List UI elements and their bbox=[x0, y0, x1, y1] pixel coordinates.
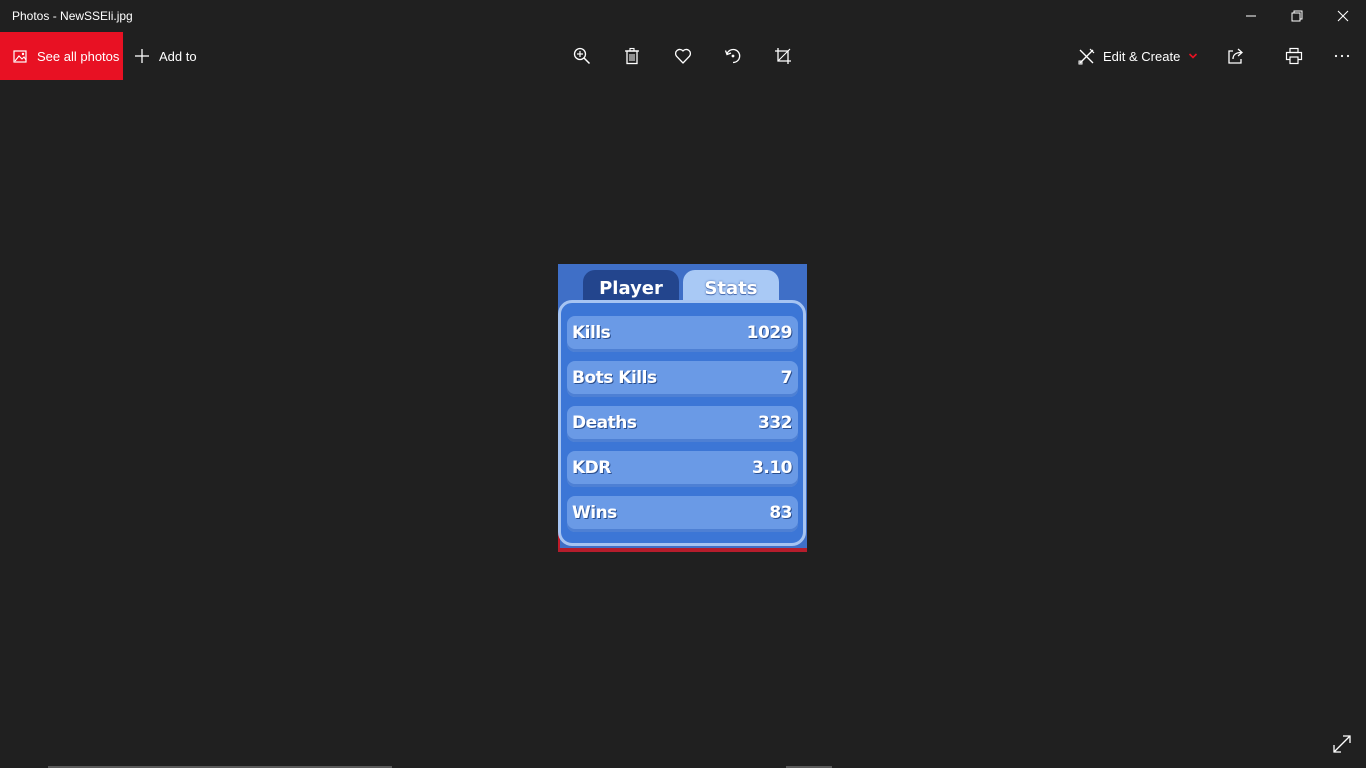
rotate-icon bbox=[724, 48, 741, 64]
displayed-photo: Player Stats Kills 1029 Bots Kills 7 Dea… bbox=[558, 264, 807, 552]
more-icon bbox=[1334, 54, 1350, 58]
plus-icon bbox=[134, 48, 150, 64]
close-icon bbox=[1337, 10, 1349, 22]
favorite-button[interactable] bbox=[671, 44, 695, 68]
minimize-button[interactable] bbox=[1228, 0, 1274, 32]
share-icon bbox=[1228, 48, 1243, 64]
stat-label: Kills bbox=[572, 323, 611, 343]
full-screen-button[interactable] bbox=[1332, 734, 1352, 754]
stat-row-deaths: Deaths 332 bbox=[567, 406, 798, 442]
stat-row-bots-kills: Bots Kills 7 bbox=[567, 361, 798, 397]
photos-icon bbox=[13, 49, 28, 64]
edit-create-label: Edit & Create bbox=[1103, 48, 1181, 64]
chevron-down-icon bbox=[1188, 51, 1198, 61]
add-to-button[interactable]: Add to bbox=[134, 32, 197, 80]
rotate-button[interactable] bbox=[721, 44, 745, 68]
delete-button[interactable] bbox=[620, 44, 644, 68]
see-all-photos-button[interactable]: See all photos bbox=[0, 32, 123, 80]
stat-label: Bots Kills bbox=[572, 368, 657, 388]
add-to-label: Add to bbox=[159, 48, 197, 64]
zoom-in-button[interactable] bbox=[570, 44, 594, 68]
more-options-button[interactable] bbox=[1330, 44, 1354, 68]
window-controls bbox=[1228, 0, 1366, 32]
favorite-icon bbox=[674, 48, 692, 64]
share-button[interactable] bbox=[1224, 44, 1248, 68]
crop-icon bbox=[775, 48, 791, 64]
stat-row-wins: Wins 83 bbox=[567, 496, 798, 532]
edit-create-icon bbox=[1078, 48, 1095, 65]
expand-icon bbox=[1333, 735, 1351, 753]
crop-button[interactable] bbox=[771, 44, 795, 68]
stat-row-kills: Kills 1029 bbox=[567, 316, 798, 352]
stat-label: Deaths bbox=[572, 413, 637, 433]
stat-row-kdr: KDR 3.10 bbox=[567, 451, 798, 487]
see-all-photos-label: See all photos bbox=[37, 48, 120, 64]
stat-value: 83 bbox=[769, 503, 792, 523]
title-bar: Photos - NewSSEli.jpg bbox=[0, 0, 1366, 32]
print-icon bbox=[1285, 47, 1303, 65]
zoom-in-icon bbox=[573, 47, 591, 65]
stats-panel: Kills 1029 Bots Kills 7 Deaths 332 KDR 3… bbox=[558, 300, 806, 546]
restore-button[interactable] bbox=[1274, 0, 1320, 32]
minimize-icon bbox=[1246, 15, 1256, 17]
print-button[interactable] bbox=[1282, 44, 1306, 68]
stat-label: Wins bbox=[572, 503, 617, 523]
edit-create-button[interactable]: Edit & Create bbox=[1078, 32, 1198, 80]
close-button[interactable] bbox=[1320, 0, 1366, 32]
stat-value: 332 bbox=[758, 413, 793, 433]
stat-value: 1029 bbox=[746, 323, 793, 343]
stat-value: 7 bbox=[780, 368, 793, 388]
delete-icon bbox=[625, 47, 639, 65]
window-title: Photos - NewSSEli.jpg bbox=[12, 9, 133, 23]
stat-value: 3.10 bbox=[752, 458, 792, 478]
toolbar: See all photos Add to Edit & Create bbox=[0, 32, 1366, 80]
stat-label: KDR bbox=[572, 458, 611, 478]
restore-icon bbox=[1291, 10, 1303, 22]
photo-edge-decoration bbox=[558, 548, 807, 552]
